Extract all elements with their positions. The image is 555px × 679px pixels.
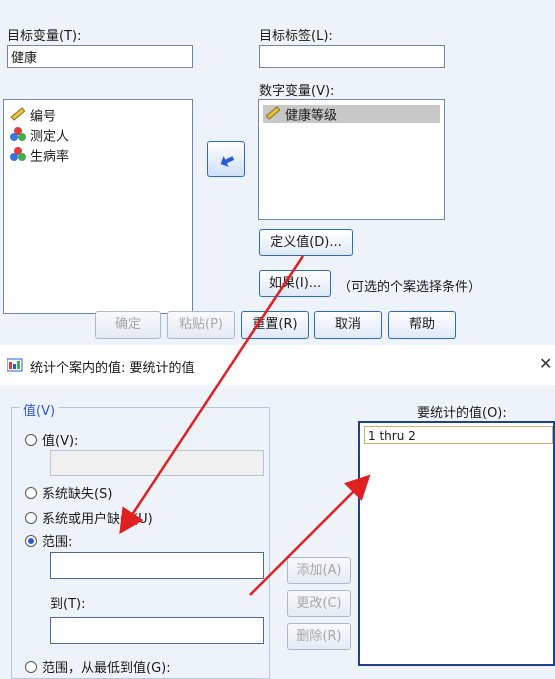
target-label-input[interactable] [259,45,445,68]
if-button[interactable]: 如果(I)... [259,270,331,297]
values-to-count-label: 要统计的值(O): [417,406,507,421]
close-icon[interactable]: ✕ [539,354,552,373]
radio-range-lowest-through[interactable]: 范围，从最低到值(G): [25,657,171,676]
target-label-label: 目标标签(L): [259,29,333,44]
radio-value[interactable]: 值(V): [25,430,78,449]
add-button[interactable]: 添加(A) [287,557,351,584]
dialog-title: 统计个案内的值: 要统计的值 [30,361,195,376]
scale-ruler-icon [10,106,26,128]
paste-button[interactable]: 粘贴(P) [167,311,235,339]
range-to-input[interactable] [50,617,264,644]
ok-button[interactable]: 确定 [95,311,161,339]
radio-system-missing[interactable]: 系统缺失(S) [25,483,112,502]
numeric-variables-label: 数字变量(V): [259,84,335,99]
arrow-left-icon [217,151,237,173]
target-variable-input[interactable]: 健康 [7,45,193,68]
values-to-count-list[interactable]: 1 thru 2 [358,421,555,666]
target-variable-label: 目标变量(T): [7,29,82,44]
move-variable-button[interactable] [207,141,245,177]
list-item[interactable]: 生病率 [10,146,69,165]
value-input[interactable] [50,450,264,476]
dialog-titlebar[interactable]: 统计个案内的值: 要统计的值 ✕ [0,345,555,385]
list-item[interactable]: 健康等级 [263,105,440,124]
define-values-button[interactable]: 定义值(D)... [259,229,353,256]
radio-range[interactable]: 范围: [25,531,72,550]
scale-ruler-icon [265,105,281,127]
numeric-variable-list[interactable]: 健康等级 [258,99,445,220]
value-group-label: 值(V) [20,400,59,419]
help-button[interactable]: 帮助 [388,311,456,339]
list-item[interactable]: 1 thru 2 [364,426,553,444]
list-item[interactable]: 编号 [10,106,56,125]
range-from-input[interactable] [50,552,264,579]
reset-button[interactable]: 重置(R) [241,311,309,339]
remove-button[interactable]: 删除(R) [287,623,351,650]
radio-system-or-user-missing[interactable]: 系统或用户缺失(U) [25,508,153,527]
change-button[interactable]: 更改(C) [287,590,351,617]
nominal-variable-icon [10,126,26,148]
range-to-label: 到(T): [50,597,86,612]
nominal-variable-icon [10,146,26,168]
list-item[interactable]: 测定人 [10,126,69,145]
source-variable-list[interactable]: 编号 测定人 生病率 [3,99,193,314]
if-condition-hint: （可选的个案选择条件） [338,280,482,295]
cancel-button[interactable]: 取消 [314,311,382,339]
app-icon [6,357,25,377]
